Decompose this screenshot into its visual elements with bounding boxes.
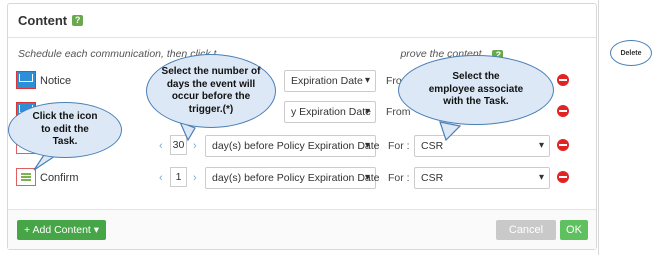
prev-arrow-icon[interactable]: ‹ [159,140,163,152]
checklist-icon[interactable] [16,168,36,186]
content-row: Confirm ‹ 1 › day(s) before Policy Expir… [8,165,598,191]
event-select[interactable]: Expiration Date [284,70,376,92]
envelope-icon[interactable] [16,71,36,89]
days-callout: Select the number of days the event will… [146,54,276,128]
event-select[interactable]: day(s) before Policy Expiration Date [205,167,380,189]
employee-callout: Select the employee associate with the T… [398,55,554,125]
prev-arrow-icon[interactable]: ‹ [159,172,163,184]
delete-icon[interactable] [557,105,569,117]
delete-callout: Delete [610,40,652,66]
panel-header: Content ? [8,4,596,38]
next-arrow-icon[interactable]: › [193,172,197,184]
days-input[interactable]: 30 [170,135,187,155]
row-name: Confirm [40,172,79,184]
add-content-button[interactable]: + Add Content ▾ [17,220,107,240]
row-name: Notice [40,75,72,87]
from-label: From [386,106,411,118]
next-arrow-icon[interactable]: › [193,140,197,152]
ok-button[interactable]: OK [560,220,588,240]
for-label: For : [388,172,410,184]
event-select[interactable]: day(s) before Policy Expiration Date [205,135,380,157]
event-select[interactable]: y Expiration Date [284,101,376,123]
panel-footer: + Add Content ▾ Cancel OK [8,209,596,249]
delete-icon[interactable] [557,171,569,183]
employee-select[interactable]: CSR [414,135,550,157]
panel-title: Content [18,13,68,28]
cancel-button[interactable]: Cancel [496,220,556,240]
days-input[interactable]: 1 [170,167,187,187]
panel-right-border [598,0,599,255]
edit-callout: Click the icon to edit the Task. [8,102,122,158]
delete-icon[interactable] [557,139,569,151]
delete-icon[interactable] [557,74,569,86]
for-label: For : [388,140,410,152]
employee-select[interactable]: CSR [414,167,550,189]
intro-text: Schedule each communication, then click … [18,48,504,61]
help-icon[interactable]: ? [72,15,84,26]
